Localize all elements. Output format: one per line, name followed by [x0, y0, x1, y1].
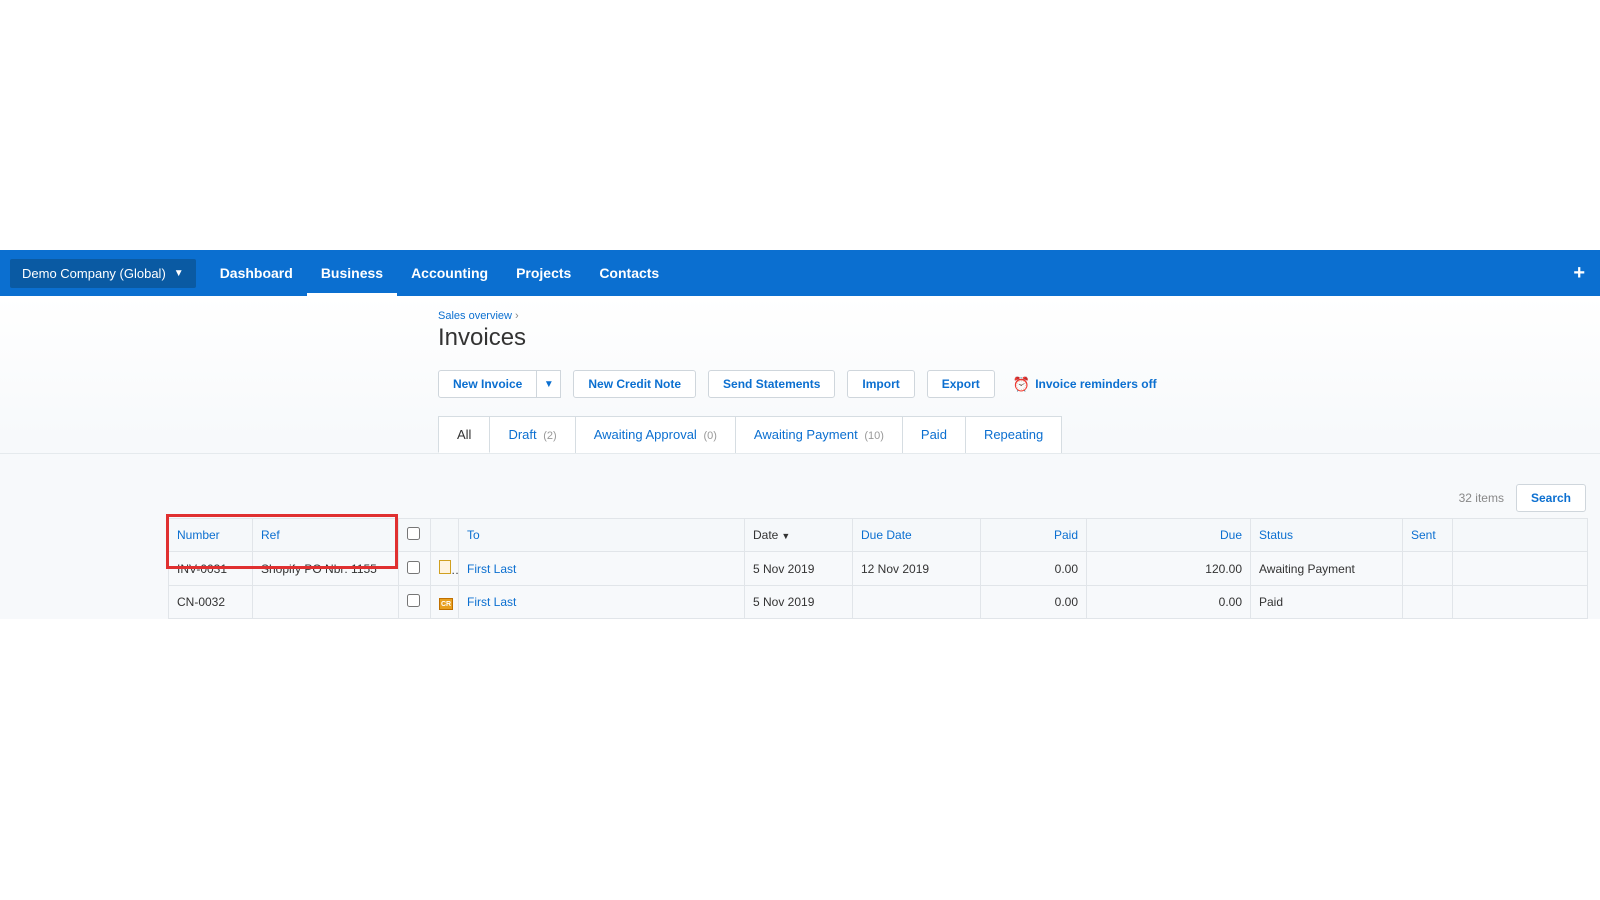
cell-due-date [853, 586, 981, 619]
nav-accounting[interactable]: Accounting [397, 251, 502, 295]
col-tail [1453, 519, 1588, 552]
tab-awaiting-approval[interactable]: Awaiting Approval (0) [575, 416, 736, 453]
cell-due: 120.00 [1087, 552, 1251, 586]
cell-paid: 0.00 [981, 586, 1087, 619]
tab-label: Paid [921, 427, 947, 442]
table-row[interactable]: CN-0032 CR First Last 5 Nov 2019 0.00 0.… [169, 586, 1588, 619]
table-header-row: Number Ref To Date▼ Due Date Paid Due St… [169, 519, 1588, 552]
new-invoice-button[interactable]: New Invoice [438, 370, 537, 398]
row-checkbox[interactable] [407, 594, 420, 607]
top-nav-bar: Demo Company (Global) ▼ Dashboard Busine… [0, 250, 1600, 296]
invoice-tabs: All Draft (2) Awaiting Approval (0) Awai… [438, 416, 1588, 454]
page-area: Sales overview › Invoices New Invoice ▼ … [0, 296, 1600, 619]
invoice-doc-icon [439, 560, 451, 574]
tab-repeating[interactable]: Repeating [965, 416, 1062, 453]
col-checkbox[interactable] [399, 519, 431, 552]
send-statements-button[interactable]: Send Statements [708, 370, 835, 398]
org-selector[interactable]: Demo Company (Global) ▼ [10, 259, 196, 288]
caret-down-icon: ▼ [174, 268, 184, 279]
new-invoice-dropdown[interactable]: ▼ [537, 370, 561, 398]
table-row[interactable]: INV-0031 Shopify PO Nbr: 1155 First Last… [169, 552, 1588, 586]
contact-link[interactable]: First Last [467, 562, 516, 576]
cell-checkbox[interactable] [399, 586, 431, 619]
tab-label: Repeating [984, 427, 1043, 442]
tab-all[interactable]: All [438, 416, 490, 453]
tab-label: Awaiting Approval [594, 427, 697, 442]
page-title: Invoices [438, 324, 1588, 352]
cell-ref: Shopify PO Nbr: 1155 [253, 552, 399, 586]
invoice-table-wrap: 32 items Search Number Ref To Date▼ Due … [168, 484, 1588, 619]
col-ref[interactable]: Ref [253, 519, 399, 552]
nav-dashboard[interactable]: Dashboard [206, 251, 307, 295]
quick-create-icon[interactable]: + [1573, 262, 1585, 285]
cell-number: CN-0032 [169, 586, 253, 619]
invoice-reminders-link[interactable]: ⏰ Invoice reminders off [1013, 376, 1157, 393]
breadcrumb-separator: › [515, 310, 519, 322]
breadcrumb-parent[interactable]: Sales overview [438, 310, 512, 322]
select-all-checkbox[interactable] [407, 527, 420, 540]
tab-label: All [457, 427, 471, 442]
invoice-table: Number Ref To Date▼ Due Date Paid Due St… [168, 518, 1588, 619]
col-sent[interactable]: Sent [1403, 519, 1453, 552]
cell-tail [1453, 586, 1588, 619]
cell-type-icon [431, 552, 459, 586]
tab-count: (10) [864, 430, 884, 442]
tab-count: (0) [703, 430, 716, 442]
tab-awaiting-payment[interactable]: Awaiting Payment (10) [735, 416, 903, 453]
cell-sent [1403, 586, 1453, 619]
cell-number: INV-0031 [169, 552, 253, 586]
nav-business[interactable]: Business [307, 251, 397, 295]
sort-desc-icon: ▼ [781, 531, 790, 541]
import-button[interactable]: Import [847, 370, 914, 398]
col-number[interactable]: Number [169, 519, 253, 552]
col-date[interactable]: Date▼ [745, 519, 853, 552]
nav-projects[interactable]: Projects [502, 251, 585, 295]
tab-draft[interactable]: Draft (2) [489, 416, 575, 453]
cell-ref [253, 586, 399, 619]
breadcrumb: Sales overview › [438, 310, 1588, 322]
divider [0, 453, 1600, 454]
new-invoice-split: New Invoice ▼ [438, 370, 561, 398]
col-date-label: Date [753, 528, 778, 542]
tab-paid[interactable]: Paid [902, 416, 966, 453]
tab-count: (2) [543, 430, 556, 442]
cell-date: 5 Nov 2019 [745, 586, 853, 619]
cell-checkbox[interactable] [399, 552, 431, 586]
org-name: Demo Company (Global) [22, 266, 166, 281]
cell-status: Awaiting Payment [1251, 552, 1403, 586]
tab-label: Draft [508, 427, 536, 442]
contact-link[interactable]: First Last [467, 595, 516, 609]
col-due-date[interactable]: Due Date [853, 519, 981, 552]
cell-to: First Last [459, 586, 745, 619]
cell-sent [1403, 552, 1453, 586]
table-toolbar: 32 items Search [168, 484, 1588, 512]
cell-tail [1453, 552, 1588, 586]
cell-date: 5 Nov 2019 [745, 552, 853, 586]
export-button[interactable]: Export [927, 370, 995, 398]
tab-label: Awaiting Payment [754, 427, 858, 442]
col-paid[interactable]: Paid [981, 519, 1087, 552]
col-type-icon [431, 519, 459, 552]
credit-note-icon: CR [439, 598, 453, 610]
search-button[interactable]: Search [1516, 484, 1586, 512]
cell-due-date: 12 Nov 2019 [853, 552, 981, 586]
item-count: 32 items [1459, 491, 1504, 505]
cell-to: First Last [459, 552, 745, 586]
nav-contacts[interactable]: Contacts [585, 251, 673, 295]
new-credit-note-button[interactable]: New Credit Note [573, 370, 696, 398]
col-status[interactable]: Status [1251, 519, 1403, 552]
action-bar: New Invoice ▼ New Credit Note Send State… [438, 370, 1588, 398]
row-checkbox[interactable] [407, 561, 420, 574]
cell-paid: 0.00 [981, 552, 1087, 586]
cell-due: 0.00 [1087, 586, 1251, 619]
clock-icon: ⏰ [1013, 376, 1030, 393]
col-to[interactable]: To [459, 519, 745, 552]
cell-status: Paid [1251, 586, 1403, 619]
col-due[interactable]: Due [1087, 519, 1251, 552]
reminders-label: Invoice reminders off [1035, 377, 1156, 391]
cell-type-icon: CR [431, 586, 459, 619]
